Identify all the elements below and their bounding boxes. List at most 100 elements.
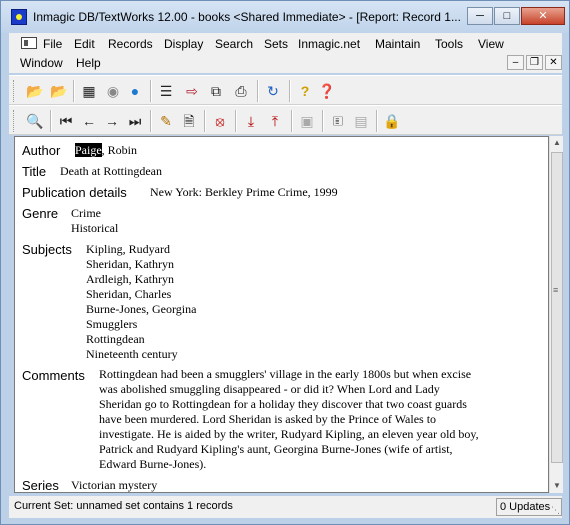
- print-icon[interactable]: ⎙: [231, 81, 251, 101]
- toolbar-grip[interactable]: [13, 80, 16, 102]
- resize-grip-icon[interactable]: ⋱: [551, 505, 560, 516]
- toolbar-grip[interactable]: [13, 110, 16, 132]
- lock-icon[interactable]: 🔒: [382, 111, 402, 131]
- mdi-close-icon: ✕: [549, 57, 558, 68]
- toolbar-separator: [150, 110, 152, 132]
- comments-label: Comments: [22, 368, 85, 383]
- record-toolbar: 🔍 ⏮ ← → ⏭ ✎ 🗎 ⦻ ⤓ ⤒ ▣ 🗉 ▤ 🔒: [9, 105, 562, 135]
- window-title: Inmagic DB/TextWorks 12.00 - books <Shar…: [33, 10, 461, 24]
- genre-item: Crime: [71, 206, 101, 220]
- series-label: Series: [22, 478, 59, 493]
- save-set-icon[interactable]: 🗉: [328, 111, 348, 131]
- menu-bar: File Edit Records Display Search Sets In…: [9, 33, 562, 73]
- split-icon[interactable]: ⇨: [182, 81, 202, 101]
- genre-label: Genre: [22, 206, 59, 221]
- menu-tools[interactable]: Tools: [435, 37, 463, 51]
- subject-item: Kipling, Rudyard: [86, 242, 170, 256]
- prev-record-icon[interactable]: ←: [79, 111, 99, 131]
- mdi-minimize-icon: –: [512, 57, 519, 68]
- export-icon[interactable]: ⤒: [265, 111, 285, 131]
- menu-sets[interactable]: Sets: [264, 37, 288, 51]
- close-button[interactable]: ✕: [521, 7, 565, 25]
- scroll-thumb[interactable]: [551, 152, 563, 463]
- menu-window[interactable]: Window: [20, 56, 63, 70]
- app-window: Inmagic DB/TextWorks 12.00 - books <Shar…: [0, 0, 570, 525]
- author-label: Author: [22, 143, 61, 158]
- maximize-button[interactable]: □: [494, 7, 520, 25]
- context-help-icon[interactable]: ❓: [317, 81, 337, 101]
- vertical-scrollbar[interactable]: ▲ ≡ ▼: [549, 136, 563, 493]
- genre-item: Historical: [71, 221, 119, 235]
- find-icon[interactable]: 🔍: [25, 111, 45, 131]
- scroll-down-arrow-icon[interactable]: ▼: [550, 479, 564, 493]
- globe-icon[interactable]: ●: [125, 81, 145, 101]
- toolbar-separator: [235, 110, 237, 132]
- grayed-icon: ▣: [300, 113, 314, 129]
- subject-item: Smugglers: [86, 317, 138, 331]
- minimize-button[interactable]: ─: [467, 7, 493, 25]
- menu-view[interactable]: View: [478, 37, 504, 51]
- scroll-up-arrow-icon[interactable]: ▲: [550, 136, 564, 150]
- toolbar-separator: [150, 80, 152, 102]
- subject-item: Ardleigh, Kathryn: [86, 272, 174, 286]
- subject-item: Sheridan, Kathryn: [86, 257, 174, 271]
- toolbar-separator: [322, 110, 324, 132]
- help-icon[interactable]: ?: [295, 81, 315, 101]
- close-icon: ✕: [538, 10, 548, 22]
- copy-icon[interactable]: ⧉: [206, 81, 226, 101]
- toolbar-separator: [204, 110, 206, 132]
- refresh-icon[interactable]: ↻: [263, 81, 283, 101]
- title-label: Title: [22, 164, 47, 179]
- menu-file[interactable]: File: [43, 37, 62, 51]
- document-system-menu-icon[interactable]: [21, 37, 37, 49]
- edit-record-icon[interactable]: ✎: [156, 111, 176, 131]
- toolbar-separator: [73, 80, 75, 102]
- menu-edit[interactable]: Edit: [74, 37, 95, 51]
- subject-item: Sheridan, Charles: [86, 287, 172, 301]
- author-value[interactable]: Paige, Robin: [75, 143, 137, 158]
- eye-icon[interactable]: ◉: [103, 81, 123, 101]
- subject-item: Rottingdean: [86, 332, 145, 346]
- menu-help[interactable]: Help: [76, 56, 101, 70]
- mdi-restore-button[interactable]: ❐: [526, 55, 543, 70]
- mdi-restore-icon: ❐: [530, 57, 539, 68]
- open-folder-alt-icon[interactable]: 📂: [49, 81, 69, 101]
- toolbar-separator: [291, 110, 293, 132]
- menu-display[interactable]: Display: [164, 37, 203, 51]
- subjects-label: Subjects: [22, 242, 72, 257]
- last-record-icon[interactable]: ⏭: [125, 111, 145, 131]
- publication-label: Publication details: [22, 185, 127, 200]
- menu-search[interactable]: Search: [215, 37, 253, 51]
- record-report-view[interactable]: Author Paige, Robin Title Death at Rotti…: [14, 136, 549, 493]
- minimize-icon: ─: [476, 10, 484, 22]
- author-highlight: Paige: [75, 143, 102, 157]
- first-record-icon[interactable]: ⏮: [56, 111, 76, 131]
- menu-inmagic-net[interactable]: Inmagic.net: [298, 37, 360, 51]
- main-toolbar: 📂 📂 ▦ ◉ ● ☰ ⇨ ⧉ ⎙ ↻ ? ❓: [9, 75, 562, 105]
- title-bar[interactable]: Inmagic DB/TextWorks 12.00 - books <Shar…: [1, 1, 569, 33]
- subject-item: Burne-Jones, Georgina: [86, 302, 197, 316]
- next-record-icon[interactable]: →: [102, 111, 122, 131]
- series-value: Victorian mystery: [71, 478, 158, 492]
- list-icon[interactable]: ☰: [156, 81, 176, 101]
- toolbar-separator: [376, 110, 378, 132]
- toolbar-separator: [289, 80, 291, 102]
- mdi-close-button[interactable]: ✕: [545, 55, 562, 70]
- maximize-icon: □: [503, 10, 511, 22]
- import-icon[interactable]: ⤓: [241, 111, 261, 131]
- new-record-icon[interactable]: 🗎: [179, 111, 199, 131]
- delete-record-icon[interactable]: ⦻: [210, 111, 230, 131]
- menu-records[interactable]: Records: [108, 37, 153, 51]
- menu-maintain[interactable]: Maintain: [375, 37, 420, 51]
- mdi-minimize-button[interactable]: –: [507, 55, 524, 70]
- grayed-icon-2: ▤: [354, 113, 368, 129]
- app-icon[interactable]: [11, 9, 27, 25]
- open-folder-icon[interactable]: 📂: [25, 81, 45, 101]
- subject-item: Nineteenth century: [86, 347, 178, 361]
- title-value: Death at Rottingdean: [60, 164, 162, 178]
- status-bar: Current Set: unnamed set contains 1 reco…: [9, 496, 562, 518]
- form-icon[interactable]: ▦: [79, 81, 99, 101]
- toolbar-separator: [257, 80, 259, 102]
- toolbar-separator: [50, 110, 52, 132]
- comments-value: Rottingdean had been a smugglers' villag…: [99, 367, 479, 471]
